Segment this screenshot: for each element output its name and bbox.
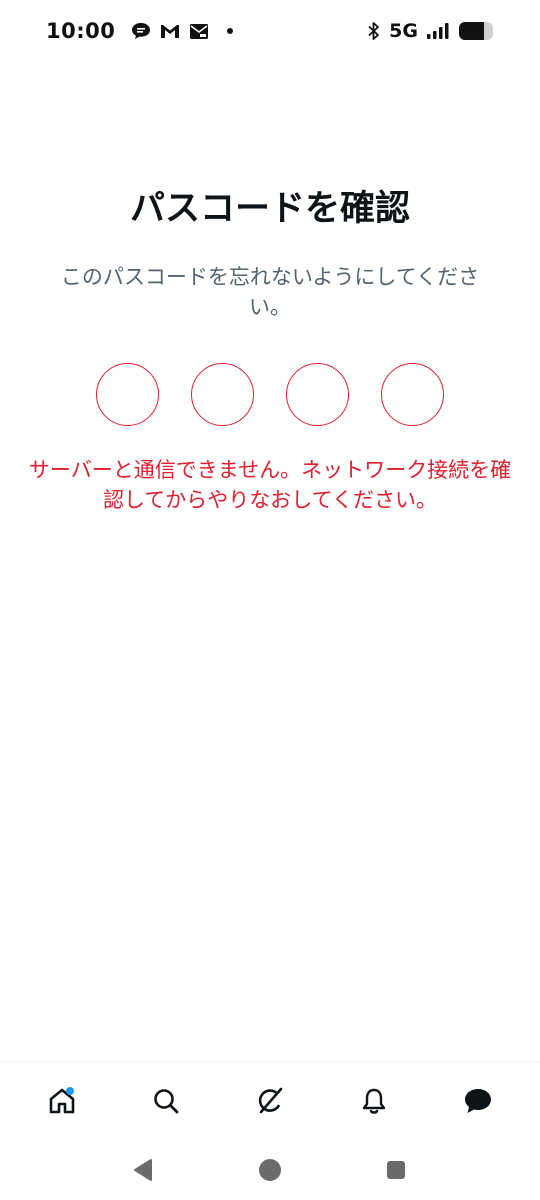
- mail-icon: [190, 23, 209, 39]
- messages-icon: [465, 1088, 491, 1113]
- bottom-nav: [0, 1062, 540, 1138]
- nav-notifications[interactable]: [344, 1071, 404, 1131]
- nav-search[interactable]: [136, 1071, 196, 1131]
- nav-home[interactable]: [32, 1071, 92, 1131]
- nav-messages[interactable]: [448, 1071, 508, 1131]
- page-subtitle: このパスコードを忘れないようにしてください。: [60, 265, 480, 319]
- gmail-icon: [161, 25, 180, 38]
- back-icon[interactable]: [131, 1157, 157, 1183]
- status-right: 5G: [367, 20, 496, 42]
- notifications-icon: [362, 1088, 386, 1114]
- home-circle-icon[interactable]: [257, 1157, 283, 1183]
- status-time: 10:00: [46, 19, 116, 43]
- screen: 10:00 5G パスコードを確認 このパスコードを忘れないようにしてください。…: [0, 0, 540, 1200]
- home-badge-dot: [66, 1086, 74, 1095]
- chat-bubble-icon: [132, 23, 151, 39]
- page-title: パスコードを確認: [129, 189, 410, 229]
- passcode-digit: [381, 363, 444, 426]
- nav-grok[interactable]: [240, 1071, 300, 1131]
- notification-icons: [131, 22, 209, 40]
- system-nav: [0, 1140, 540, 1200]
- signal-icon: [427, 23, 449, 39]
- error-message: サーバーと通信できません。ネットワーク接続を確認してからやりなおしてください。: [28, 458, 512, 512]
- battery-icon: [459, 22, 493, 40]
- more-notifications-dot: [227, 28, 234, 34]
- status-bar: 10:00 5G: [0, 0, 540, 62]
- passcode-digit: [286, 363, 349, 426]
- network-type: 5G: [389, 20, 418, 42]
- bluetooth-icon: [368, 22, 380, 40]
- passcode-digit: [96, 363, 159, 426]
- status-left: 10:00: [46, 19, 234, 43]
- grok-icon: [258, 1087, 283, 1113]
- recents-icon[interactable]: [383, 1157, 409, 1183]
- search-icon: [154, 1088, 179, 1113]
- passcode-input[interactable]: [0, 363, 540, 426]
- passcode-digit: [191, 363, 254, 426]
